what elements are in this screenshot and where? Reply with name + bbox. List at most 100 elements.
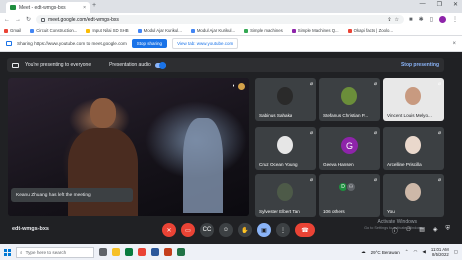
- leave-call-button[interactable]: ☎: [295, 223, 315, 237]
- participant-name: You: [387, 209, 395, 214]
- sidepanel-icon[interactable]: ▯: [430, 16, 433, 23]
- excel-icon[interactable]: [177, 248, 185, 256]
- activities-icon[interactable]: ◈: [433, 226, 438, 235]
- participant-tile[interactable]: ⌀ Sylvester Elbert Tan: [255, 174, 316, 217]
- mic-off-button[interactable]: ✕: [162, 223, 176, 237]
- participant-video: [405, 136, 421, 154]
- powerpoint-icon[interactable]: [164, 248, 172, 256]
- maximize-button[interactable]: ❐: [437, 1, 442, 8]
- sharing-message: Sharing https://www.youtube.com to meet.…: [17, 41, 127, 46]
- muted-mic-icon: ⌀: [309, 130, 313, 136]
- participant-name: Vincent Louis Melyo...: [387, 113, 432, 118]
- word-icon[interactable]: [151, 248, 159, 256]
- participant-tile[interactable]: D ⚇ ⌀ 106 others: [319, 174, 380, 217]
- bookmark-label: Modul Ajar Kurikul...: [143, 28, 182, 33]
- extensions-icon[interactable]: ✱: [419, 16, 424, 23]
- participant-tile[interactable]: ⌀ Cruz Ocean Young: [255, 127, 316, 170]
- close-window-button[interactable]: ✕: [453, 1, 458, 8]
- weather-text[interactable]: 29°C Berawan: [371, 250, 400, 255]
- notification-toast: Keanu Zhuang has left the meeting: [11, 188, 133, 202]
- host-controls-icon[interactable]: ⛨: [445, 226, 450, 235]
- bookmark-icon: [4, 28, 8, 33]
- meet-favicon-icon: [10, 5, 16, 10]
- participant-tile[interactable]: ⌀ Sabinus Sahaka: [255, 78, 316, 121]
- volume-icon[interactable]: ◀: [422, 249, 425, 255]
- network-icon[interactable]: ◠: [413, 249, 417, 255]
- lock-icon: [41, 17, 46, 22]
- file-explorer-icon[interactable]: [112, 248, 120, 256]
- bookmark-item[interactable]: Simple machines: [244, 28, 283, 33]
- meeting-code: edt-wmgs-bxs: [12, 226, 49, 232]
- address-bar[interactable]: meet.google.com/edt-wmgs-bxs ⇪ ☆: [36, 15, 405, 24]
- chrome-icon[interactable]: [138, 248, 146, 256]
- star-icon[interactable]: ☆: [395, 17, 399, 23]
- muted-mic-icon: ⌀: [437, 130, 441, 136]
- bookmark-item[interactable]: Modul Ajar Kurikul...: [190, 28, 236, 33]
- bookmark-label: Modul Ajar Kurikul...: [196, 28, 236, 33]
- share-icon[interactable]: ⇪: [387, 17, 391, 23]
- bookmarks-bar: Gmail Circuit Construction... Input Nilai …: [0, 26, 462, 36]
- camera-indicator-icon[interactable]: ■: [409, 17, 413, 23]
- close-notice-icon[interactable]: ×: [452, 41, 456, 47]
- bookmark-item[interactable]: Simple Machines Q...: [291, 28, 339, 33]
- presentation-tile[interactable]: ◗ Keanu Zhuang has left the meeting: [8, 78, 249, 216]
- browser-toolbar: ← → ↻ meet.google.com/edt-wmgs-bxs ⇪ ☆ ■…: [0, 13, 462, 26]
- toolbar-icons: ■ ✱ ▯ ⋮: [409, 16, 458, 23]
- bookmark-item[interactable]: Input Nilai SD SHB: [86, 28, 129, 33]
- show-hidden-icons-icon[interactable]: ⌃: [405, 249, 409, 255]
- channel-logo: [238, 83, 245, 90]
- profile-avatar[interactable]: [439, 16, 446, 23]
- info-icon[interactable]: ⓘ: [392, 226, 398, 235]
- bookmark-item[interactable]: Circuit Construction...: [30, 28, 77, 33]
- minimize-button[interactable]: —: [420, 1, 426, 8]
- participant-tile[interactable]: ⌀ Stefanus Christian P...: [319, 78, 380, 121]
- screen-share-icon: [6, 41, 12, 46]
- stop-presenting-button[interactable]: Stop presenting: [401, 62, 439, 68]
- captions-button[interactable]: CC: [200, 223, 214, 237]
- activate-windows-title: Activate Windows: [377, 219, 417, 225]
- muted-mic-icon: ⌀: [373, 81, 377, 87]
- participant-video: [341, 87, 357, 105]
- edge-icon[interactable]: [125, 248, 133, 256]
- participant-tile[interactable]: ⌀ Arcelline Priscilla: [383, 127, 444, 170]
- raise-hand-button[interactable]: ✋: [238, 223, 252, 237]
- bookmark-label: Gmail: [10, 28, 22, 33]
- participant-tile[interactable]: ⌀ Vincent Louis Melyo...: [383, 78, 444, 121]
- windows-start-icon[interactable]: [4, 248, 11, 256]
- stop-sharing-button[interactable]: Stop sharing: [131, 39, 168, 48]
- tab-close-icon[interactable]: ×: [83, 5, 86, 11]
- reactions-button[interactable]: ☺: [219, 223, 233, 237]
- notifications-icon[interactable]: ▢: [454, 249, 458, 255]
- more-options-button[interactable]: ⋮: [276, 223, 290, 237]
- bookmark-item[interactable]: Gmail: [4, 28, 21, 33]
- chat-icon[interactable]: ▤: [419, 226, 425, 235]
- reload-icon[interactable]: ↻: [26, 16, 31, 23]
- participant-initial-avatar: G: [341, 137, 358, 154]
- present-button[interactable]: ▣: [257, 223, 271, 237]
- bookmark-item[interactable]: Okapi facts | Zoolo...: [347, 28, 393, 33]
- participant-video: [405, 87, 421, 105]
- bookmark-item[interactable]: Modul Ajar Kurikul...: [137, 28, 182, 33]
- view-tab-button[interactable]: View tab: www.youtube.com: [172, 38, 239, 49]
- task-view-icon[interactable]: [99, 248, 107, 256]
- window-controls: — ❐ ✕: [420, 1, 458, 8]
- participant-tile[interactable]: ⌀ You: [383, 174, 444, 217]
- other-avatar: ⚇: [346, 182, 356, 192]
- camera-off-button[interactable]: ▭: [181, 223, 195, 237]
- call-control-bar: edt-wmgs-bxs ✕ ▭ CC ☺ ✋ ▣ ⋮ ☎ Activate W…: [0, 218, 462, 244]
- back-icon[interactable]: ←: [4, 17, 10, 23]
- taskbar-search[interactable]: ⌕ Type here to search: [16, 246, 94, 258]
- presentation-audio-toggle[interactable]: [154, 61, 166, 69]
- participant-tile[interactable]: G ⌀ Geeva Hansen: [319, 127, 380, 170]
- menu-icon[interactable]: ⋮: [452, 16, 458, 23]
- bookmark-label: Okapi facts | Zoolo...: [353, 28, 393, 33]
- new-tab-button[interactable]: +: [92, 2, 96, 9]
- clock[interactable]: 11:01 AM 8/5/2022: [431, 247, 449, 257]
- address-url: meet.google.com/edt-wmgs-bxs: [48, 16, 119, 23]
- tab-title: Meet - edt-wmgs-bxs: [19, 4, 66, 11]
- forward-icon[interactable]: →: [15, 17, 21, 23]
- presentation-audio: Presentation audio: [109, 61, 166, 69]
- people-icon[interactable]: ⚇: [406, 226, 411, 235]
- browser-tab[interactable]: Meet - edt-wmgs-bxs ×: [6, 2, 90, 13]
- participant-name: Sabinus Sahaka: [259, 113, 293, 118]
